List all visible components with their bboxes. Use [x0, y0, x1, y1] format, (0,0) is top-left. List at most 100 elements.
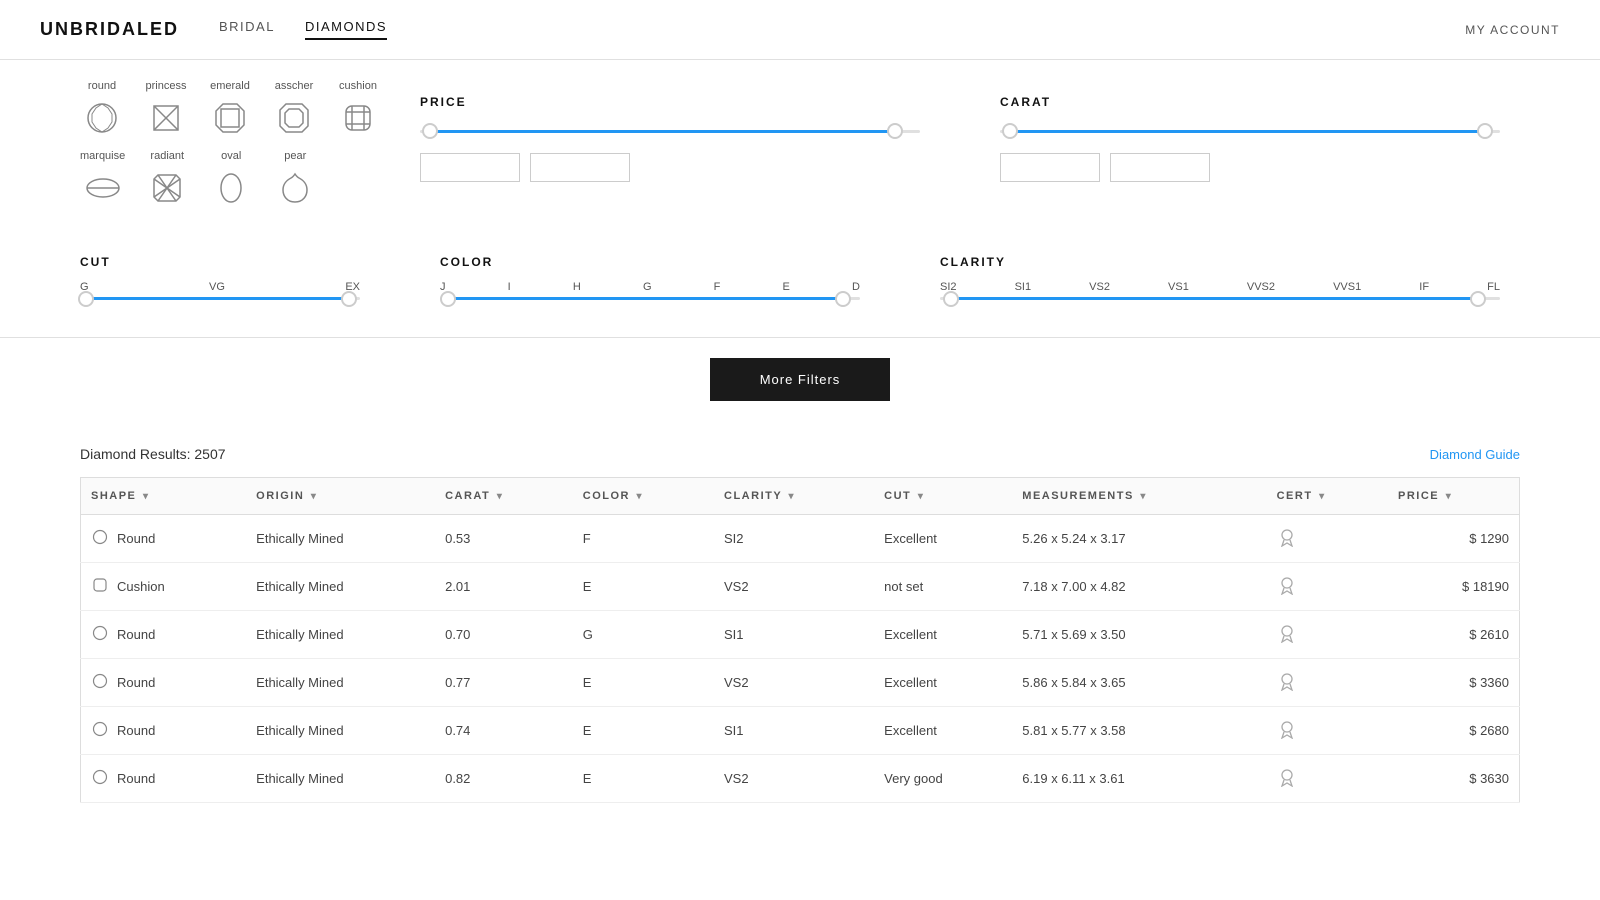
color-thumb-right[interactable] — [835, 291, 851, 307]
cell-carat: 0.70 — [435, 611, 573, 659]
cell-shape: Round — [81, 707, 247, 755]
sort-arrow-origin: ▾ — [311, 491, 318, 502]
col-color[interactable]: COLOR ▾ — [573, 478, 714, 515]
price-title: PRICE — [420, 95, 920, 109]
results-table-body: Round Ethically Mined 0.53 F SI2 Excelle… — [81, 515, 1520, 803]
price-thumb-left[interactable] — [422, 123, 438, 139]
clarity-filter: CLARITY SI2 SI1 VS2 VS1 VVS2 VVS1 IF FL — [920, 240, 1520, 327]
color-track — [440, 297, 860, 300]
cell-price: $ 2680 — [1388, 707, 1519, 755]
cell-price: $ 3630 — [1388, 755, 1519, 803]
table-row[interactable]: Round Ethically Mined 0.53 F SI2 Excelle… — [81, 515, 1520, 563]
col-measurements[interactable]: MEASUREMENTS ▾ — [1012, 478, 1266, 515]
cut-title: CUT — [80, 255, 360, 269]
results-section: Diamond Results: 2507 Diamond Guide SHAP… — [0, 426, 1600, 823]
carat-min-input[interactable]: 0.1ct — [1000, 153, 1100, 182]
col-clarity[interactable]: CLARITY ▾ — [714, 478, 874, 515]
price-max-input[interactable]: $30000 — [530, 153, 630, 182]
shape-emerald[interactable]: emerald — [208, 80, 252, 140]
sort-arrow-carat: ▾ — [497, 491, 504, 502]
cell-shape: Cushion — [81, 563, 247, 611]
carat-thumb-left[interactable] — [1002, 123, 1018, 139]
table-row[interactable]: Cushion Ethically Mined 2.01 E VS2 not s… — [81, 563, 1520, 611]
col-cert[interactable]: CERT ▾ — [1267, 478, 1388, 515]
cell-clarity: VS2 — [714, 755, 874, 803]
price-thumb-right[interactable] — [887, 123, 903, 139]
results-table: SHAPE ▾ ORIGIN ▾ CARAT ▾ COLOR ▾ CLARITY… — [80, 477, 1520, 803]
color-slider[interactable]: J I H G F E D — [440, 281, 860, 300]
sort-arrow-cut: ▾ — [918, 491, 925, 502]
shape-icon-cell — [91, 528, 109, 549]
clarity-label-3: VS1 — [1168, 281, 1189, 293]
diamond-guide-link[interactable]: Diamond Guide — [1430, 447, 1520, 462]
shape-asscher[interactable]: asscher — [272, 80, 316, 140]
cell-origin: Ethically Mined — [246, 755, 435, 803]
clarity-thumb-right[interactable] — [1470, 291, 1486, 307]
shape-name-cell: Round — [117, 675, 155, 690]
shape-pear[interactable]: pear — [273, 150, 317, 210]
price-slider[interactable] — [420, 121, 920, 141]
cell-price: $ 18190 — [1388, 563, 1519, 611]
cell-color: E — [573, 707, 714, 755]
cell-cert — [1267, 515, 1388, 563]
shape-filters: round princess — [80, 80, 380, 220]
nav-item-diamonds[interactable]: DIAMONDS — [305, 19, 387, 40]
my-account-link[interactable]: MY ACCOUNT — [1465, 23, 1560, 37]
cell-cut: Very good — [874, 755, 1012, 803]
shape-marquise[interactable]: marquise — [80, 150, 125, 210]
clarity-slider[interactable]: SI2 SI1 VS2 VS1 VVS2 VVS1 IF FL — [940, 281, 1500, 300]
col-shape[interactable]: SHAPE ▾ — [81, 478, 247, 515]
more-filters-button[interactable]: More Filters — [710, 358, 891, 401]
cell-origin: Ethically Mined — [246, 515, 435, 563]
color-labels: J I H G F E D — [440, 281, 860, 293]
shape-princess[interactable]: princess — [144, 80, 188, 140]
carat-thumb-right[interactable] — [1477, 123, 1493, 139]
shape-radiant-label: radiant — [150, 150, 184, 162]
carat-track — [1000, 130, 1500, 133]
clarity-thumb-left[interactable] — [943, 291, 959, 307]
clarity-title: CLARITY — [940, 255, 1500, 269]
cell-cut: Excellent — [874, 611, 1012, 659]
cut-thumb-left[interactable] — [78, 291, 94, 307]
carat-slider[interactable] — [1000, 121, 1500, 141]
cell-shape: Round — [81, 515, 247, 563]
shape-icon-cell — [91, 576, 109, 597]
shape-radiant[interactable]: radiant — [145, 150, 189, 210]
shape-cushion[interactable]: cushion — [336, 80, 380, 140]
cell-clarity: VS2 — [714, 659, 874, 707]
carat-max-input[interactable]: 5ct — [1110, 153, 1210, 182]
col-carat[interactable]: CARAT ▾ — [435, 478, 573, 515]
cut-slider[interactable]: G VG EX — [80, 281, 360, 300]
cell-cut: Excellent — [874, 659, 1012, 707]
cut-color-clarity-filters: CUT G VG EX COLOR J I — [80, 240, 1520, 327]
shape-icon-cell — [91, 768, 109, 789]
sort-arrow-clarity: ▾ — [789, 491, 796, 502]
cell-measurements: 5.86 x 5.84 x 3.65 — [1012, 659, 1266, 707]
cell-color: E — [573, 755, 714, 803]
shape-round[interactable]: round — [80, 80, 124, 140]
table-row[interactable]: Round Ethically Mined 0.82 E VS2 Very go… — [81, 755, 1520, 803]
cell-cert — [1267, 755, 1388, 803]
table-row[interactable]: Round Ethically Mined 0.77 E VS2 Excelle… — [81, 659, 1520, 707]
cell-cert — [1267, 659, 1388, 707]
nav-item-bridal[interactable]: BRIDAL — [219, 19, 275, 40]
cell-cut: not set — [874, 563, 1012, 611]
price-min-input[interactable]: $50 — [420, 153, 520, 182]
shape-oval[interactable]: oval — [209, 150, 253, 210]
cell-shape: Round — [81, 659, 247, 707]
col-price[interactable]: PRICE ▾ — [1388, 478, 1519, 515]
col-cut[interactable]: CUT ▾ — [874, 478, 1012, 515]
cut-thumb-right[interactable] — [341, 291, 357, 307]
color-thumb-left[interactable] — [440, 291, 456, 307]
col-origin[interactable]: ORIGIN ▾ — [246, 478, 435, 515]
cell-price: $ 3360 — [1388, 659, 1519, 707]
shape-row-bottom: marquise radiant — [80, 150, 380, 210]
sort-arrow-measurements: ▾ — [1140, 491, 1147, 502]
table-row[interactable]: Round Ethically Mined 0.70 G SI1 Excelle… — [81, 611, 1520, 659]
table-row[interactable]: Round Ethically Mined 0.74 E SI1 Excelle… — [81, 707, 1520, 755]
cell-color: E — [573, 659, 714, 707]
shape-asscher-icon — [272, 96, 316, 140]
cell-color: G — [573, 611, 714, 659]
cell-shape: Round — [81, 755, 247, 803]
more-filters-row: More Filters — [0, 338, 1600, 426]
